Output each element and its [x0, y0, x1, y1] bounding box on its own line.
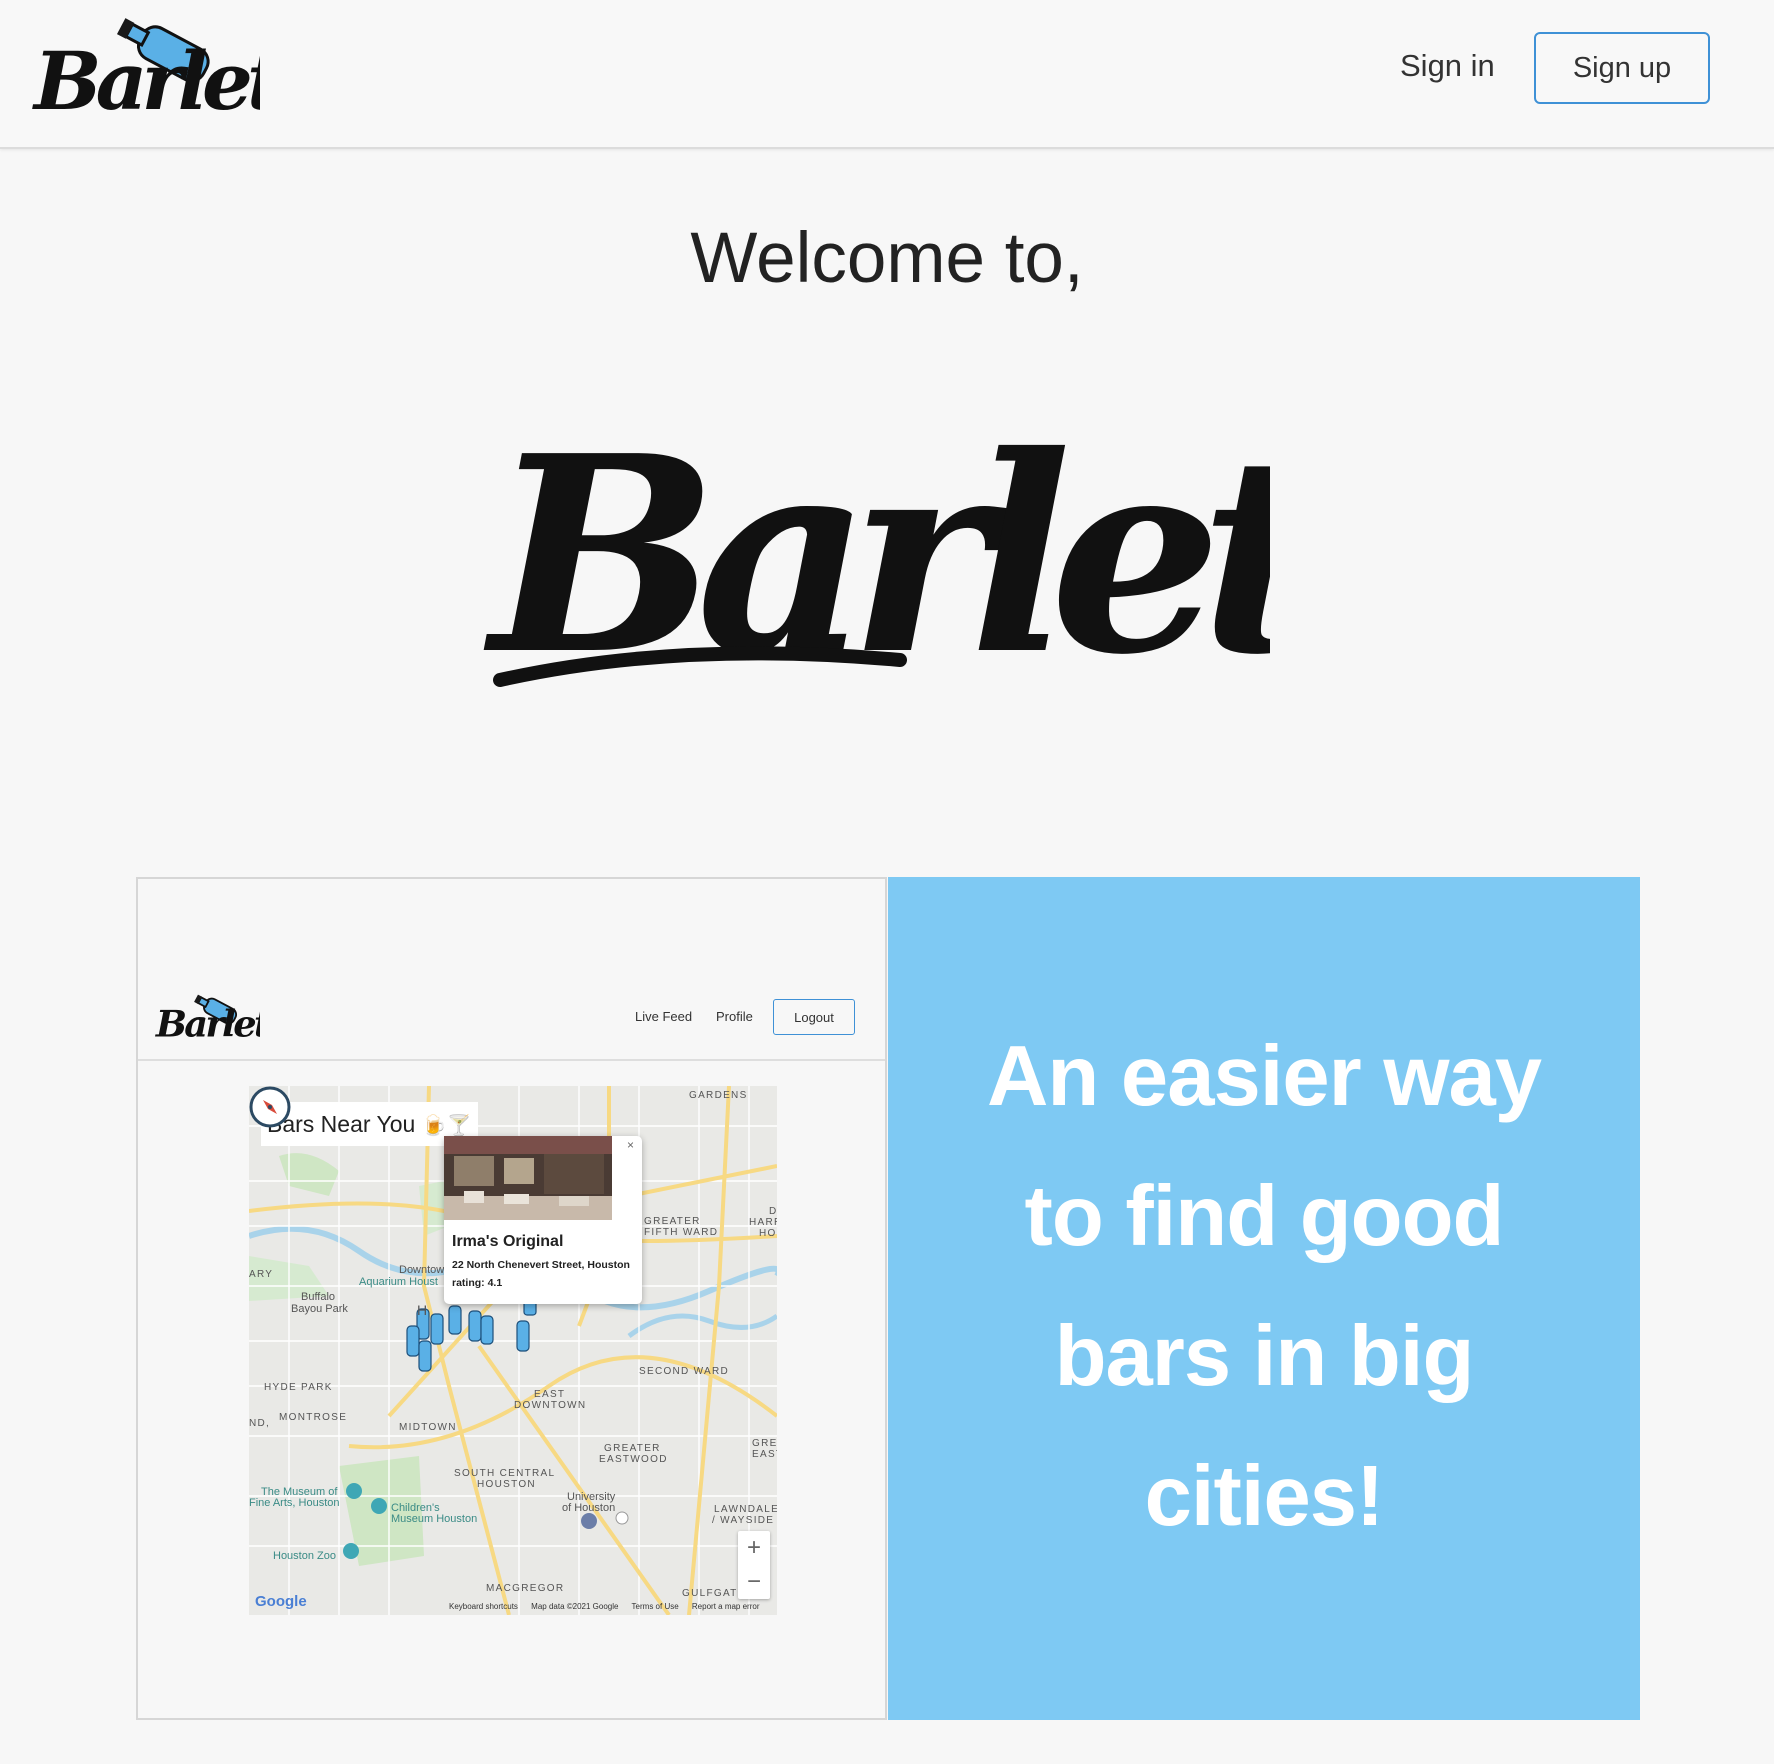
map-label: MONTROSE — [279, 1412, 348, 1423]
map-label: GRE — [752, 1438, 777, 1449]
google-logo[interactable]: Google — [255, 1593, 307, 1610]
bar-rating: rating: 4.1 — [452, 1277, 503, 1289]
zoom-controls: + − — [738, 1531, 770, 1599]
map-poi[interactable]: Houston Zoo — [273, 1550, 336, 1562]
bar-address: 22 North Chenevert Street, Houston — [452, 1259, 630, 1271]
map-label: HO — [759, 1228, 777, 1239]
sign-in-link[interactable]: Sign in — [1400, 48, 1495, 84]
barlet-logo[interactable]: Barlet — [30, 14, 260, 124]
top-nav: Barlet Sign in Sign up — [0, 0, 1774, 149]
map-label: GREATER — [604, 1443, 661, 1454]
map-label: ARY — [249, 1269, 274, 1280]
tagline: An easier way to find good bars in big c… — [888, 1007, 1640, 1567]
close-icon[interactable]: × — [627, 1138, 634, 1152]
map-poi: H — [417, 1302, 428, 1318]
logout-button[interactable]: Logout — [773, 999, 855, 1035]
map-label: MACGREGOR — [486, 1583, 565, 1594]
map-label: HYDE PARK — [264, 1382, 333, 1393]
map-label: GREATER — [644, 1216, 701, 1227]
map-label: EASTWOOD — [599, 1454, 668, 1465]
map-label: LAWNDALE — [714, 1504, 777, 1515]
zoom-out-button[interactable]: − — [738, 1565, 770, 1599]
map-footer: Keyboard shortcuts Map data ©2021 Google… — [449, 1602, 771, 1611]
map-label: D — [769, 1206, 777, 1217]
map-data-text: Map data ©2021 Google — [531, 1602, 619, 1611]
map-label: / WAYSIDE — [712, 1515, 775, 1526]
beer-cocktail-icon: 🍺🍸 — [421, 1115, 472, 1137]
tagline-line: An easier way — [987, 1029, 1542, 1124]
bar-info-popup: × Irma's Original 22 North Chenevert Str… — [444, 1136, 642, 1304]
tagline-line: cities! — [1144, 1449, 1385, 1544]
map-poi[interactable]: Bayou Park — [291, 1303, 348, 1315]
map-poi[interactable]: of Houston — [562, 1502, 615, 1514]
map-label: SECOND WARD — [639, 1366, 730, 1377]
map-label: FIFTH WARD — [644, 1227, 719, 1238]
app-screenshot-panel: Barlet Live Feed Profile Logout GARDENS … — [136, 877, 887, 1720]
brand-logo-text: Barlet — [32, 34, 260, 124]
map-poi[interactable]: Aquarium Houst — [359, 1276, 438, 1288]
map-label: HOUSTON — [477, 1479, 536, 1490]
map-label: HARR — [749, 1217, 777, 1228]
screenshot-logo-text: Barlet — [155, 1001, 260, 1044]
terms-link[interactable]: Terms of Use — [632, 1602, 679, 1611]
keyboard-shortcuts-link[interactable]: Keyboard shortcuts — [449, 1602, 518, 1611]
map-label: GARDENS — [689, 1090, 748, 1101]
tagline-panel: An easier way to find good bars in big c… — [888, 877, 1640, 1720]
compass-icon[interactable] — [249, 1086, 291, 1128]
tagline-line: bars in big — [1054, 1309, 1475, 1404]
map-poi[interactable]: Buffalo — [301, 1291, 335, 1303]
report-map-error-link[interactable]: Report a map error — [692, 1602, 760, 1611]
hero-logo: Barlet — [482, 410, 1270, 700]
bar-photo — [444, 1136, 612, 1220]
map-label: EAST — [752, 1449, 777, 1460]
sign-up-button[interactable]: Sign up — [1534, 32, 1710, 104]
bars-map[interactable]: GARDENS GREATER FIFTH WARD SECOND WARD E… — [249, 1086, 777, 1615]
map-label: ND, — [249, 1418, 271, 1429]
map-poi[interactable]: Fine Arts, Houston — [249, 1497, 340, 1509]
screenshot-logo: Barlet — [155, 994, 260, 1044]
map-poi[interactable]: Museum Houston — [391, 1513, 477, 1525]
map-label: EAST — [534, 1389, 566, 1400]
screenshot-nav: Barlet Live Feed Profile Logout — [138, 989, 885, 1061]
bar-name: Irma's Original — [452, 1233, 564, 1250]
tagline-line: to find good — [1024, 1169, 1505, 1264]
map-label: MIDTOWN — [399, 1422, 457, 1433]
profile-link[interactable]: Profile — [716, 1009, 753, 1024]
map-label: GULFGATE — [682, 1588, 746, 1599]
map-poi[interactable]: Downtown — [399, 1264, 450, 1276]
welcome-heading: Welcome to, — [690, 219, 1084, 298]
map-label: SOUTH CENTRAL — [454, 1468, 556, 1479]
live-feed-link[interactable]: Live Feed — [635, 1009, 692, 1024]
map-label: DOWNTOWN — [514, 1400, 587, 1411]
zoom-in-button[interactable]: + — [738, 1531, 770, 1565]
